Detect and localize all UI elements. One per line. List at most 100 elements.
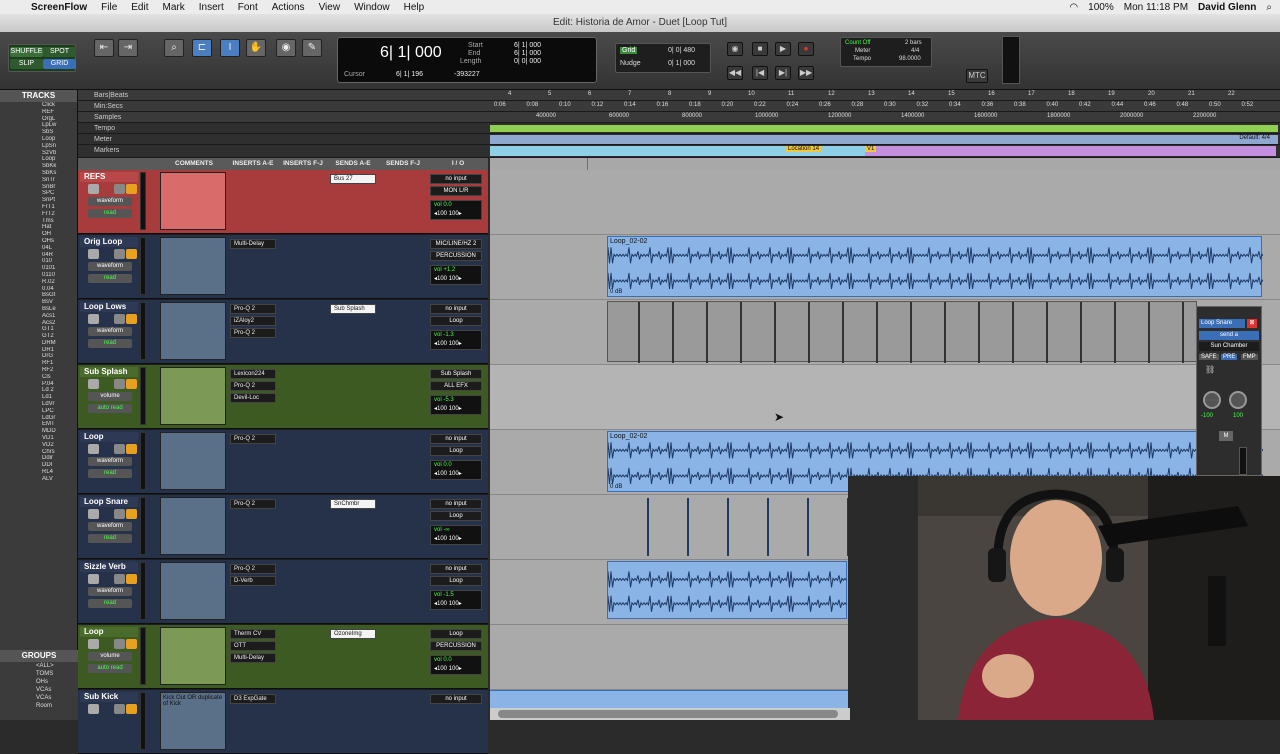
track-list-item[interactable]: Loop [0, 156, 77, 163]
record-enable-button[interactable] [88, 444, 99, 454]
volume-pan-display[interactable]: vol 0.0 ◂100 100▸ [430, 655, 482, 675]
clock[interactable]: Mon 11:18 PM [1124, 2, 1188, 13]
track-list-item[interactable]: 010 [0, 258, 77, 265]
send-mute-button[interactable]: M [1219, 431, 1233, 441]
send-window-track[interactable]: Loop Snare [1199, 319, 1245, 328]
io-selector[interactable]: Loop [430, 446, 482, 456]
zoomer-tool-icon[interactable]: ⌕ [164, 39, 184, 57]
audio-clip[interactable] [607, 301, 1197, 363]
nudge-value[interactable]: 0| 1| 000 [668, 60, 695, 67]
track-list-item[interactable]: LpSn [0, 143, 77, 150]
marker-location-14[interactable]: Location 14 [786, 146, 822, 152]
track-list-item[interactable]: SbKk [0, 163, 77, 170]
io-selector[interactable]: no input [430, 564, 482, 574]
insert-slot[interactable]: Devil-Loc [230, 393, 276, 403]
meter-value[interactable]: 4/4 [911, 48, 919, 54]
volume-pan-display[interactable]: vol -1.3 ◂100 100▸ [430, 330, 482, 350]
track-list-item[interactable]: Ld1 [0, 394, 77, 401]
solo-button[interactable] [114, 444, 125, 454]
bars-beats-ruler[interactable]: Bars|Beats 4 5 6 7 8 9 10 11 12 13 14 15 16 17 18 19 20 2… [78, 90, 1280, 101]
mute-button[interactable] [126, 314, 137, 324]
main-counter[interactable]: 6| 1| 000 Start End Length 6| 1| 000 6| … [337, 37, 597, 83]
io-selector[interactable]: ALL EFX [430, 381, 482, 391]
volume-pan-display[interactable]: vol -5.3 ◂100 100▸ [430, 395, 482, 415]
track-view-selector[interactable]: volume [88, 652, 132, 661]
go-to-end-button[interactable]: ▶| [775, 66, 791, 80]
volume-pan-display[interactable]: vol +1.2 ◂100 100▸ [430, 265, 482, 285]
grabber-tool-icon[interactable]: ✋ [246, 39, 266, 57]
fast-forward-button[interactable]: ▶▶ [798, 66, 814, 80]
track-list-item[interactable]: REF [0, 109, 77, 116]
track-list-item[interactable]: 04L [0, 245, 77, 252]
insert-slot[interactable]: Multi-Delay [230, 239, 276, 249]
send-slot[interactable]: send a [1199, 331, 1259, 340]
mute-button[interactable] [126, 184, 137, 194]
audio-clip[interactable] [607, 561, 847, 619]
zoom-out-icon[interactable]: ⇤ [94, 39, 114, 57]
io-selector[interactable]: Sub Splash [430, 369, 482, 379]
mute-button[interactable] [126, 509, 137, 519]
automation-mode-selector[interactable]: read [88, 469, 132, 478]
menu-actions[interactable]: Actions [265, 2, 312, 13]
menu-edit[interactable]: Edit [124, 2, 155, 13]
track-view-selector[interactable]: waveform [88, 522, 132, 531]
solo-button[interactable] [114, 704, 125, 714]
io-selector[interactable]: MIC/LINE/HZ 2 [430, 239, 482, 249]
groups-list-header[interactable]: GROUPS [0, 650, 78, 662]
track-list-item[interactable]: LpLw [0, 122, 77, 129]
fmp-button[interactable]: FMP [1241, 354, 1258, 360]
track-list-item[interactable]: DrG [0, 353, 77, 360]
play-button[interactable]: ▶ [775, 42, 791, 56]
close-icon[interactable]: ⊠ [1247, 319, 1257, 328]
solo-button[interactable] [114, 574, 125, 584]
mute-button[interactable] [126, 379, 137, 389]
track-view-selector[interactable]: waveform [88, 262, 132, 271]
track-list-item[interactable]: RF1 [0, 360, 77, 367]
group-list-item[interactable]: VCAs [0, 686, 78, 694]
horizontal-scrollbar[interactable] [490, 708, 850, 720]
menu-help[interactable]: Help [397, 2, 432, 13]
track-list-item[interactable]: SPC [0, 190, 77, 197]
track-comment[interactable] [160, 237, 226, 295]
automation-mode-selector[interactable]: read [88, 599, 132, 608]
group-list-item[interactable]: VCAs [0, 694, 78, 702]
record-enable-button[interactable] [88, 314, 99, 324]
track-name[interactable]: REFS [80, 172, 138, 182]
markers-ruler[interactable]: Markers Location 14 V1 [78, 145, 1280, 158]
automation-mode-selector[interactable]: auto read [88, 404, 132, 413]
online-button[interactable]: ◉ [727, 42, 743, 56]
track-name[interactable]: Loop [80, 627, 138, 637]
track-list-item[interactable]: R.02 [0, 279, 77, 286]
mute-button[interactable] [126, 704, 137, 714]
menu-font[interactable]: Font [231, 2, 265, 13]
track-list-item[interactable]: SnTr [0, 177, 77, 184]
io-selector[interactable]: Loop [430, 629, 482, 639]
io-selector[interactable]: no input [430, 174, 482, 184]
track-list-item[interactable]: Ddir [0, 455, 77, 462]
volume-pan-display[interactable]: vol 0.0 ◂100 100▸ [430, 200, 482, 220]
track-list-item[interactable]: RL4 [0, 469, 77, 476]
spot-mode[interactable]: SPOT [43, 47, 76, 57]
track-comment[interactable] [160, 562, 226, 620]
io-selector[interactable]: no input [430, 304, 482, 314]
io-selector[interactable]: PERCUSSION [430, 641, 482, 651]
track-list-item[interactable]: Cls [0, 374, 77, 381]
track-list-item[interactable]: VD2 [0, 442, 77, 449]
safe-button[interactable]: SAFE [1199, 354, 1219, 360]
track-name[interactable]: Loop Lows [80, 302, 138, 312]
sends-a-e-header[interactable]: SENDS A-E [328, 158, 378, 170]
track-comment[interactable] [160, 302, 226, 360]
volume-pan-display[interactable]: vol -∞ ◂100 100▸ [430, 525, 482, 545]
track-list-item[interactable]: DR1 [0, 347, 77, 354]
track-list-item[interactable]: BsLe [0, 306, 77, 313]
volume-pan-display[interactable]: vol -1.5 ◂100 100▸ [430, 590, 482, 610]
track-comment[interactable] [160, 497, 226, 555]
track-list-item[interactable]: Acs2 [0, 320, 77, 327]
track-list-item[interactable]: RF2 [0, 367, 77, 374]
io-header[interactable]: I / O [428, 158, 488, 170]
track-list-item[interactable]: MDD [0, 428, 77, 435]
track-list-item[interactable]: LdGr [0, 415, 77, 422]
grid-label[interactable]: Grid [620, 47, 638, 54]
track-list-item[interactable]: EMT [0, 421, 77, 428]
search-icon[interactable]: ⌕ [1266, 2, 1272, 13]
